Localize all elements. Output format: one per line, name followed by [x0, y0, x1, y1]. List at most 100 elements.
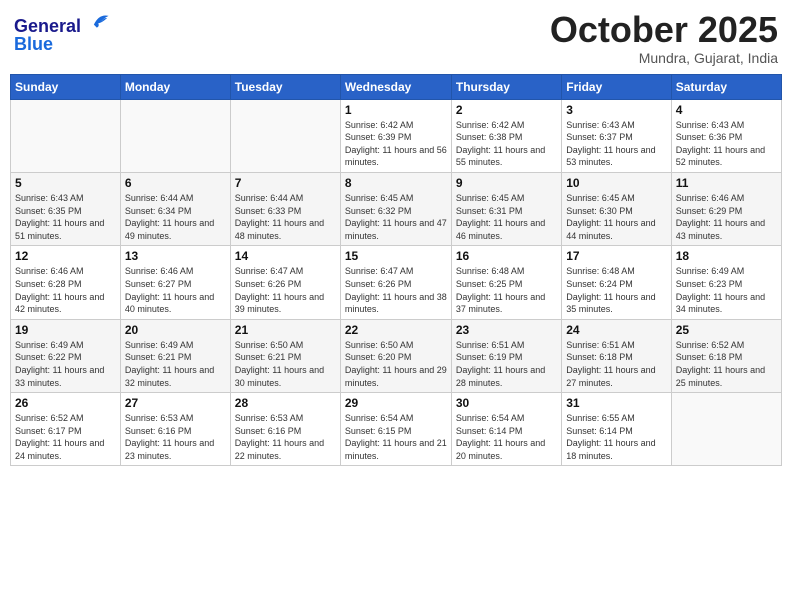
calendar-cell: 25Sunrise: 6:52 AMSunset: 6:18 PMDayligh…	[671, 319, 781, 392]
day-info: Sunrise: 6:51 AMSunset: 6:19 PMDaylight:…	[456, 339, 557, 389]
calendar-cell: 13 Sunrise: 6:46 AMSunset: 6:27 PMDayligh…	[120, 246, 230, 319]
logo-bird-icon	[88, 10, 110, 32]
day-number: 31	[566, 396, 666, 410]
day-number: 29	[345, 396, 447, 410]
calendar-week-5: 26 Sunrise: 6:52 AMSunset: 6:17 PMDayligh…	[11, 393, 782, 466]
day-info: Sunrise: 6:53 AMSunset: 6:16 PMDaylight:…	[125, 412, 226, 462]
day-number: 19	[15, 323, 116, 337]
calendar-cell: 16Sunrise: 6:48 AMSunset: 6:25 PMDayligh…	[451, 246, 561, 319]
day-header-tuesday: Tuesday	[230, 74, 340, 99]
month-title: October 2025	[550, 10, 778, 50]
calendar-cell: 28 Sunrise: 6:53 AMSunset: 6:16 PMDayligh…	[230, 393, 340, 466]
calendar-cell: 15Sunrise: 6:47 AMSunset: 6:26 PMDayligh…	[340, 246, 451, 319]
day-number: 21	[235, 323, 336, 337]
day-info: Sunrise: 6:48 AMSunset: 6:24 PMDaylight:…	[566, 265, 666, 315]
day-info: Sunrise: 6:47 AMSunset: 6:26 PMDaylight:…	[345, 265, 447, 315]
day-number: 17	[566, 249, 666, 263]
day-info: Sunrise: 6:43 AMSunset: 6:36 PMDaylight:…	[676, 119, 777, 169]
day-info: Sunrise: 6:52 AMSunset: 6:18 PMDaylight:…	[676, 339, 777, 389]
day-header-monday: Monday	[120, 74, 230, 99]
day-info: Sunrise: 6:45 AMSunset: 6:30 PMDaylight:…	[566, 192, 666, 242]
calendar-cell: 23 Sunrise: 6:51 AMSunset: 6:19 PMDayligh…	[451, 319, 561, 392]
day-info: Sunrise: 6:50 AMSunset: 6:20 PMDaylight:…	[345, 339, 447, 389]
day-number: 4	[676, 103, 777, 117]
day-number: 10	[566, 176, 666, 190]
day-info: Sunrise: 6:51 AMSunset: 6:18 PMDaylight:…	[566, 339, 666, 389]
calendar-week-3: 12Sunrise: 6:46 AMSunset: 6:28 PMDayligh…	[11, 246, 782, 319]
day-info: Sunrise: 6:53 AMSunset: 6:16 PMDaylight:…	[235, 412, 336, 462]
calendar-cell	[671, 393, 781, 466]
calendar-cell	[230, 99, 340, 172]
day-info: Sunrise: 6:45 AMSunset: 6:32 PMDaylight:…	[345, 192, 447, 242]
calendar-cell: 3 Sunrise: 6:43 AMSunset: 6:37 PMDaylight…	[562, 99, 671, 172]
day-number: 2	[456, 103, 557, 117]
calendar-week-1: 1Sunrise: 6:42 AMSunset: 6:39 PMDaylight…	[11, 99, 782, 172]
day-info: Sunrise: 6:49 AMSunset: 6:23 PMDaylight:…	[676, 265, 777, 315]
calendar-cell: 26 Sunrise: 6:52 AMSunset: 6:17 PMDayligh…	[11, 393, 121, 466]
header: General Blue October 2025 Mundra, Gujara…	[10, 10, 782, 66]
day-header-saturday: Saturday	[671, 74, 781, 99]
day-number: 27	[125, 396, 226, 410]
day-info: Sunrise: 6:47 AMSunset: 6:26 PMDaylight:…	[235, 265, 336, 315]
day-number: 23	[456, 323, 557, 337]
day-number: 30	[456, 396, 557, 410]
calendar-cell: 18 Sunrise: 6:49 AMSunset: 6:23 PMDayligh…	[671, 246, 781, 319]
calendar-header-row: SundayMondayTuesdayWednesdayThursdayFrid…	[11, 74, 782, 99]
calendar-cell: 14Sunrise: 6:47 AMSunset: 6:26 PMDayligh…	[230, 246, 340, 319]
calendar-cell: 8Sunrise: 6:45 AMSunset: 6:32 PMDaylight…	[340, 172, 451, 245]
day-info: Sunrise: 6:42 AMSunset: 6:39 PMDaylight:…	[345, 119, 447, 169]
day-info: Sunrise: 6:50 AMSunset: 6:21 PMDaylight:…	[235, 339, 336, 389]
day-info: Sunrise: 6:55 AMSunset: 6:14 PMDaylight:…	[566, 412, 666, 462]
calendar-cell: 12Sunrise: 6:46 AMSunset: 6:28 PMDayligh…	[11, 246, 121, 319]
day-number: 13	[125, 249, 226, 263]
day-header-thursday: Thursday	[451, 74, 561, 99]
day-number: 9	[456, 176, 557, 190]
calendar-cell: 24 Sunrise: 6:51 AMSunset: 6:18 PMDayligh…	[562, 319, 671, 392]
calendar-cell: 27 Sunrise: 6:53 AMSunset: 6:16 PMDayligh…	[120, 393, 230, 466]
calendar-cell: 17 Sunrise: 6:48 AMSunset: 6:24 PMDayligh…	[562, 246, 671, 319]
calendar-cell	[120, 99, 230, 172]
logo-general: General	[14, 10, 110, 35]
calendar-cell: 31 Sunrise: 6:55 AMSunset: 6:14 PMDayligh…	[562, 393, 671, 466]
day-number: 3	[566, 103, 666, 117]
day-info: Sunrise: 6:46 AMSunset: 6:29 PMDaylight:…	[676, 192, 777, 242]
calendar-table: SundayMondayTuesdayWednesdayThursdayFrid…	[10, 74, 782, 467]
day-number: 24	[566, 323, 666, 337]
calendar-cell: 2 Sunrise: 6:42 AMSunset: 6:38 PMDaylight…	[451, 99, 561, 172]
day-number: 26	[15, 396, 116, 410]
day-info: Sunrise: 6:48 AMSunset: 6:25 PMDaylight:…	[456, 265, 557, 315]
calendar-cell: 4 Sunrise: 6:43 AMSunset: 6:36 PMDaylight…	[671, 99, 781, 172]
calendar-cell	[11, 99, 121, 172]
calendar-week-4: 19 Sunrise: 6:49 AMSunset: 6:22 PMDayligh…	[11, 319, 782, 392]
calendar-cell: 22Sunrise: 6:50 AMSunset: 6:20 PMDayligh…	[340, 319, 451, 392]
day-info: Sunrise: 6:49 AMSunset: 6:22 PMDaylight:…	[15, 339, 116, 389]
day-header-sunday: Sunday	[11, 74, 121, 99]
day-info: Sunrise: 6:43 AMSunset: 6:37 PMDaylight:…	[566, 119, 666, 169]
calendar-cell: 9 Sunrise: 6:45 AMSunset: 6:31 PMDaylight…	[451, 172, 561, 245]
day-info: Sunrise: 6:46 AMSunset: 6:27 PMDaylight:…	[125, 265, 226, 315]
day-number: 18	[676, 249, 777, 263]
day-header-friday: Friday	[562, 74, 671, 99]
day-info: Sunrise: 6:49 AMSunset: 6:21 PMDaylight:…	[125, 339, 226, 389]
day-info: Sunrise: 6:42 AMSunset: 6:38 PMDaylight:…	[456, 119, 557, 169]
calendar-cell: 10 Sunrise: 6:45 AMSunset: 6:30 PMDayligh…	[562, 172, 671, 245]
calendar-cell: 6Sunrise: 6:44 AMSunset: 6:34 PMDaylight…	[120, 172, 230, 245]
calendar-week-2: 5Sunrise: 6:43 AMSunset: 6:35 PMDaylight…	[11, 172, 782, 245]
calendar-cell: 19 Sunrise: 6:49 AMSunset: 6:22 PMDayligh…	[11, 319, 121, 392]
day-number: 28	[235, 396, 336, 410]
calendar-cell: 5Sunrise: 6:43 AMSunset: 6:35 PMDaylight…	[11, 172, 121, 245]
calendar-cell: 21 Sunrise: 6:50 AMSunset: 6:21 PMDayligh…	[230, 319, 340, 392]
day-info: Sunrise: 6:45 AMSunset: 6:31 PMDaylight:…	[456, 192, 557, 242]
calendar-cell: 11 Sunrise: 6:46 AMSunset: 6:29 PMDayligh…	[671, 172, 781, 245]
day-number: 20	[125, 323, 226, 337]
location-subtitle: Mundra, Gujarat, India	[550, 50, 778, 66]
calendar-cell: 20 Sunrise: 6:49 AMSunset: 6:21 PMDayligh…	[120, 319, 230, 392]
day-header-wednesday: Wednesday	[340, 74, 451, 99]
day-info: Sunrise: 6:54 AMSunset: 6:14 PMDaylight:…	[456, 412, 557, 462]
calendar-cell: 29Sunrise: 6:54 AMSunset: 6:15 PMDayligh…	[340, 393, 451, 466]
day-number: 5	[15, 176, 116, 190]
day-number: 7	[235, 176, 336, 190]
day-info: Sunrise: 6:52 AMSunset: 6:17 PMDaylight:…	[15, 412, 116, 462]
day-number: 11	[676, 176, 777, 190]
calendar-cell: 7Sunrise: 6:44 AMSunset: 6:33 PMDaylight…	[230, 172, 340, 245]
